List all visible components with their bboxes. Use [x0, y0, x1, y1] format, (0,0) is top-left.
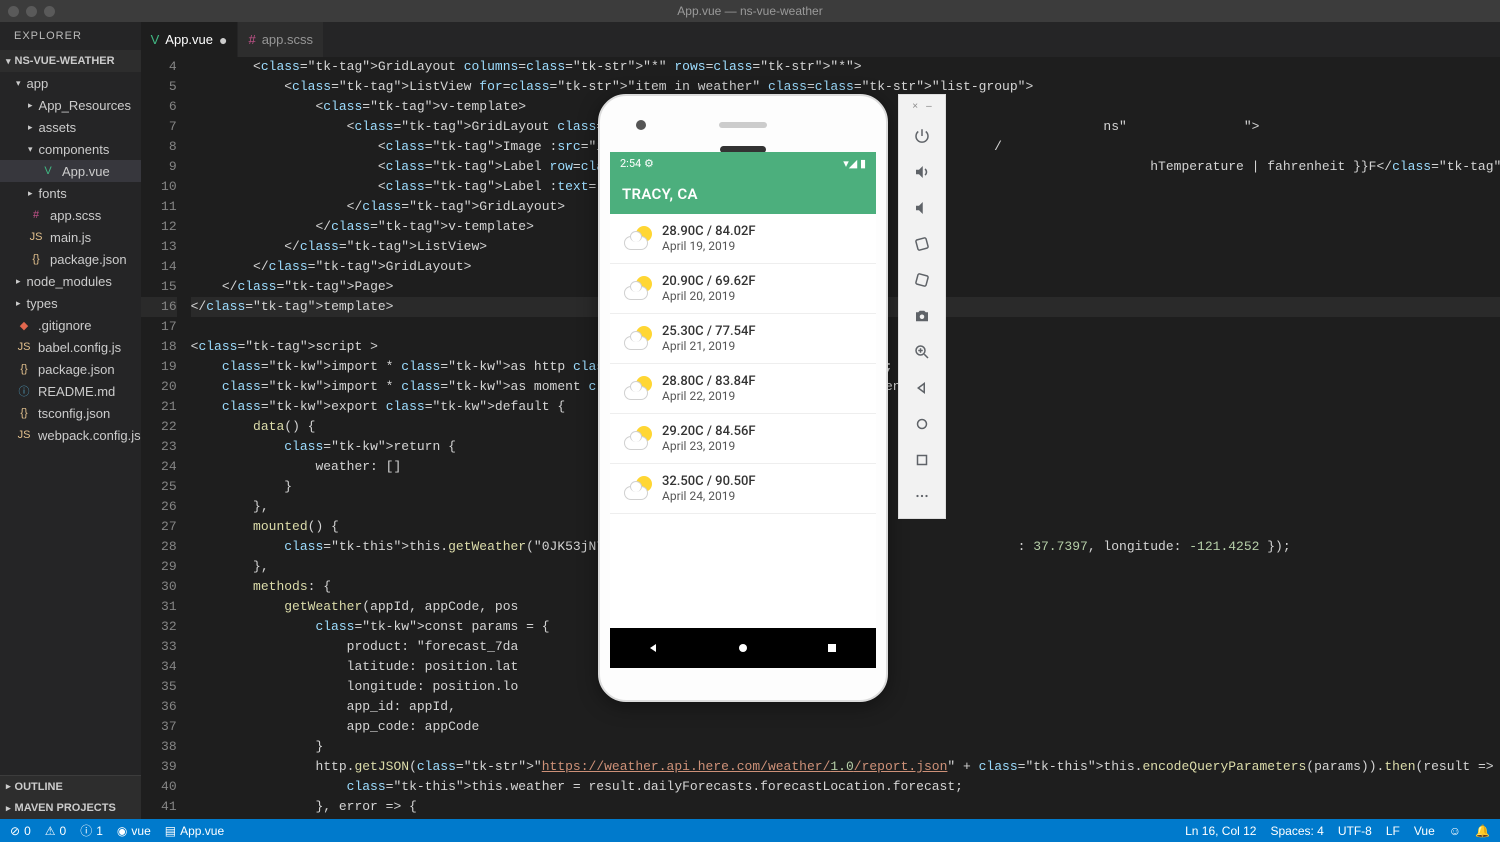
tab-app-scss[interactable]: #app.scss	[238, 22, 324, 57]
emu-zoom-icon[interactable]	[904, 336, 940, 368]
nav-back-icon[interactable]	[646, 640, 662, 656]
status-cursor[interactable]: Ln 16, Col 12	[1185, 824, 1256, 838]
maven-header[interactable]: ▸ MAVEN PROJECTS	[0, 797, 141, 819]
emu-rotate-right-icon[interactable]	[904, 264, 940, 296]
tab-close-icon[interactable]: ●	[219, 32, 227, 48]
signal-icon: ▾◢ ▮	[843, 157, 866, 170]
weather-icon	[624, 428, 652, 450]
tree-item-package-json[interactable]: {}package.json	[0, 358, 141, 380]
tree-item-babel-config-js[interactable]: JSbabel.config.js	[0, 336, 141, 358]
tree-item-package-json[interactable]: {}package.json	[0, 248, 141, 270]
tree-item-app-vue[interactable]: VApp.vue	[0, 160, 141, 182]
tree-item-app[interactable]: ▾app	[0, 72, 141, 94]
emulator-toolbar: × –	[898, 94, 946, 519]
emu-back-icon[interactable]	[904, 372, 940, 404]
emu-screenshot-icon[interactable]	[904, 300, 940, 332]
emulator-phone: 2:54 ⚙ ▾◢ ▮ TRACY, CA 28.90C / 84.02FApr…	[598, 94, 888, 702]
status-mode[interactable]: Vue	[1414, 824, 1435, 838]
emu-close-icon[interactable]: ×	[912, 101, 918, 112]
nav-home-icon[interactable]	[735, 640, 751, 656]
line-gutter: 4567891011121314151617181920212223242526…	[141, 57, 191, 819]
status-eol[interactable]: LF	[1386, 824, 1400, 838]
status-warnings[interactable]: ⚠ 0	[45, 824, 66, 838]
weather-icon	[624, 228, 652, 250]
weather-row[interactable]: 28.80C / 83.84FApril 22, 2019	[610, 364, 876, 414]
android-status-bar: 2:54 ⚙ ▾◢ ▮	[610, 152, 876, 174]
tree-item-assets[interactable]: ▸assets	[0, 116, 141, 138]
nav-recent-icon[interactable]	[824, 640, 840, 656]
bell-icon[interactable]: 🔔	[1475, 824, 1490, 838]
window-title: App.vue — ns-vue-weather	[0, 4, 1500, 18]
file-tree: ▾app▸App_Resources▸assets▾componentsVApp…	[0, 72, 141, 775]
tree-item-fonts[interactable]: ▸fonts	[0, 182, 141, 204]
weather-list[interactable]: 28.90C / 84.02FApril 19, 201920.90C / 69…	[610, 214, 876, 514]
feedback-icon[interactable]: ☺	[1449, 824, 1461, 838]
status-info[interactable]: ⓘ 1	[80, 822, 103, 839]
status-bar: ⊘ 0 ⚠ 0 ⓘ 1 ◉ vue ▤ App.vue Ln 16, Col 1…	[0, 819, 1500, 842]
outline-header[interactable]: ▸ OUTLINE	[0, 775, 141, 797]
emu-volume-down-icon[interactable]	[904, 192, 940, 224]
emu-volume-up-icon[interactable]	[904, 156, 940, 188]
chevron-right-icon: ▸	[6, 803, 11, 814]
status-errors[interactable]: ⊘ 0	[10, 824, 31, 838]
chevron-down-icon: ▾	[6, 56, 11, 67]
emu-more-icon[interactable]	[904, 480, 940, 512]
project-header[interactable]: ▾ NS-VUE-WEATHER	[0, 50, 141, 72]
emu-overview-icon[interactable]	[904, 444, 940, 476]
weather-row[interactable]: 32.50C / 90.50FApril 24, 2019	[610, 464, 876, 514]
weather-icon	[624, 278, 652, 300]
weather-icon	[624, 328, 652, 350]
tree-item-main-js[interactable]: JSmain.js	[0, 226, 141, 248]
status-encoding[interactable]: UTF-8	[1338, 824, 1372, 838]
status-file[interactable]: ▤ App.vue	[165, 824, 224, 838]
phone-camera	[636, 120, 646, 130]
emu-rotate-left-icon[interactable]	[904, 228, 940, 260]
tree-item-app_resources[interactable]: ▸App_Resources	[0, 94, 141, 116]
tab-app-vue[interactable]: VApp.vue●	[141, 22, 239, 57]
weather-row[interactable]: 20.90C / 69.62FApril 20, 2019	[610, 264, 876, 314]
tree-item-tsconfig-json[interactable]: {}tsconfig.json	[0, 402, 141, 424]
chevron-right-icon: ▸	[6, 781, 11, 792]
weather-icon	[624, 478, 652, 500]
emu-minimize-icon[interactable]: –	[926, 101, 932, 112]
status-lang-icon[interactable]: ◉ vue	[117, 824, 151, 838]
tree-item-app-scss[interactable]: #app.scss	[0, 204, 141, 226]
tree-item--gitignore[interactable]: ◆.gitignore	[0, 314, 141, 336]
tree-item-webpack-config-js[interactable]: JSwebpack.config.js	[0, 424, 141, 446]
tree-item-node_modules[interactable]: ▸node_modules	[0, 270, 141, 292]
explorer-header: EXPLORER	[0, 22, 141, 50]
project-name: NS-VUE-WEATHER	[15, 55, 115, 67]
tab-bar: VApp.vue●#app.scss ◫ ⋯	[141, 22, 1500, 57]
weather-row[interactable]: 25.30C / 77.54FApril 21, 2019	[610, 314, 876, 364]
weather-row[interactable]: 28.90C / 84.02FApril 19, 2019	[610, 214, 876, 264]
app-bar: TRACY, CA	[610, 174, 876, 214]
android-nav-bar	[610, 628, 876, 668]
tree-item-types[interactable]: ▸types	[0, 292, 141, 314]
phone-screen: 2:54 ⚙ ▾◢ ▮ TRACY, CA 28.90C / 84.02FApr…	[610, 152, 876, 628]
phone-speaker	[719, 122, 767, 128]
tree-item-readme-md[interactable]: ⓘREADME.md	[0, 380, 141, 402]
status-spaces[interactable]: Spaces: 4	[1270, 824, 1323, 838]
titlebar: App.vue — ns-vue-weather	[0, 0, 1500, 22]
emu-home-icon[interactable]	[904, 408, 940, 440]
emu-power-icon[interactable]	[904, 120, 940, 152]
tree-item-components[interactable]: ▾components	[0, 138, 141, 160]
weather-row[interactable]: 29.20C / 84.56FApril 23, 2019	[610, 414, 876, 464]
sidebar: EXPLORER ▾ NS-VUE-WEATHER ▾app▸App_Resou…	[0, 22, 141, 819]
weather-icon	[624, 378, 652, 400]
